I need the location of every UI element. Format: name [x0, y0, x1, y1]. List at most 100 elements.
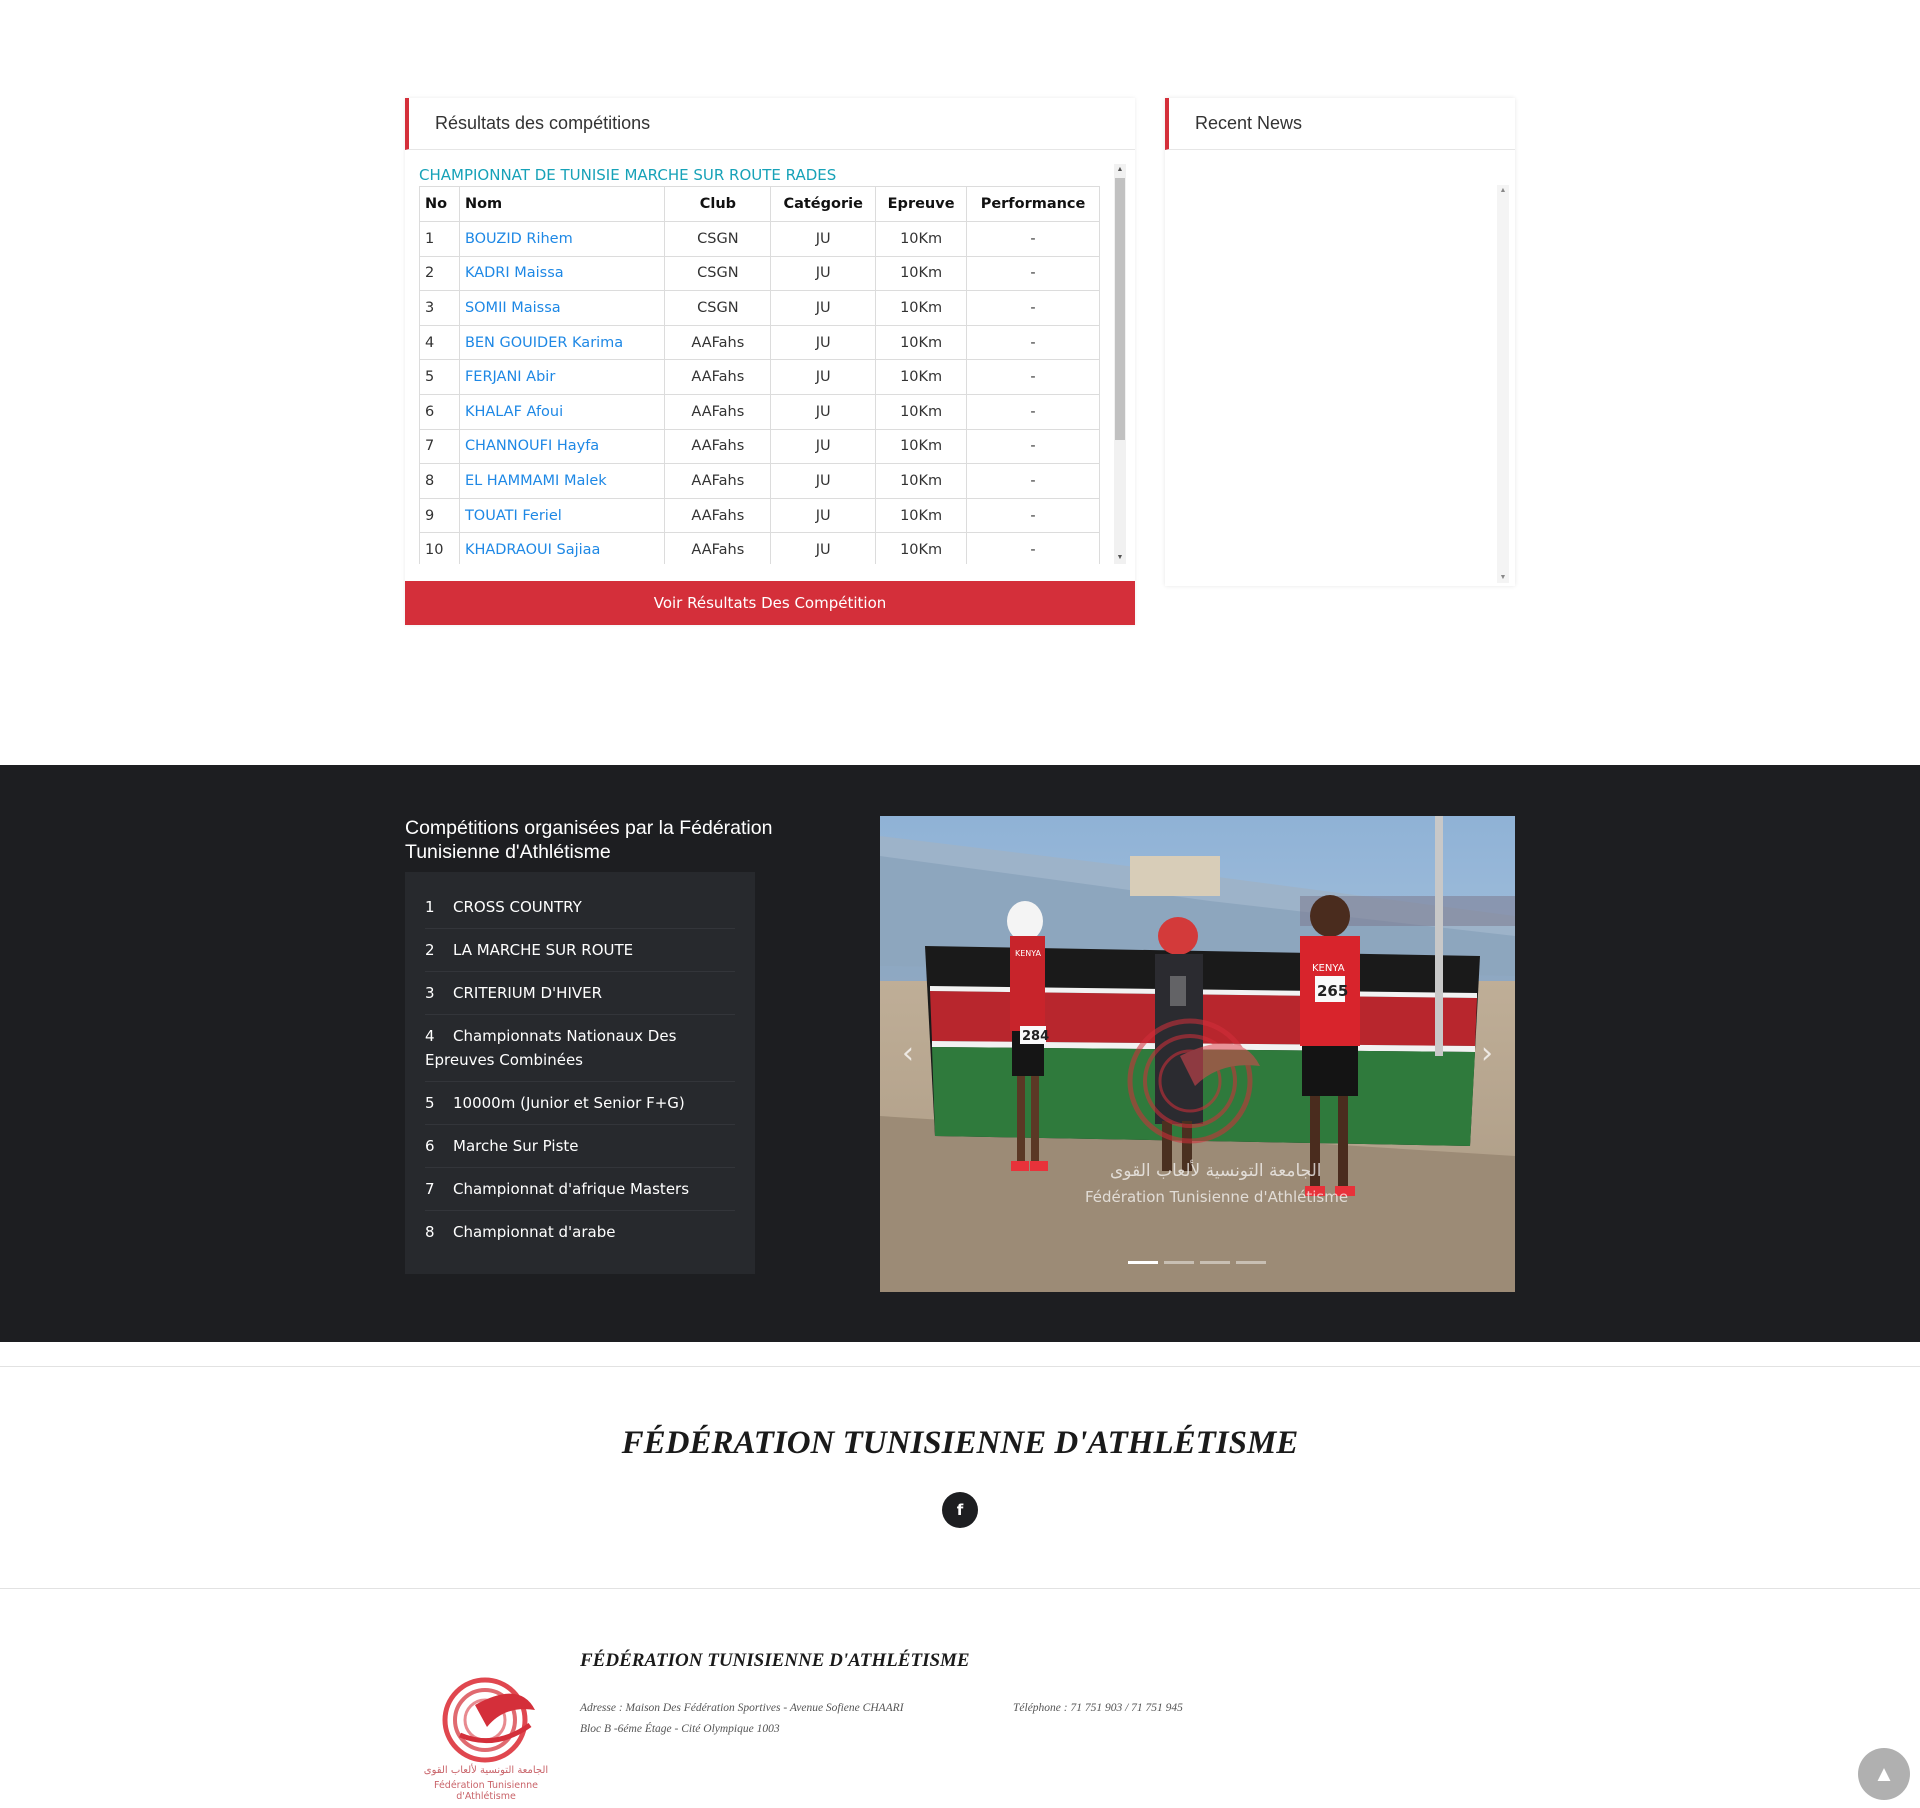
competitions-list: 1 CROSS COUNTRY 2 LA MARCHE SUR ROUTE 3 CRITE…	[405, 872, 755, 1274]
athlete-name-link[interactable]: CHANNOUFI Hayfa	[458, 428, 666, 465]
cell-epreuve: 10Km	[875, 255, 968, 292]
cell-epreuve: 10Km	[875, 497, 968, 534]
competition-label: LA MARCHE SUR ROUTE	[453, 941, 634, 959]
cell-performance: -	[966, 324, 1100, 361]
cell-epreuve: 10Km	[875, 359, 968, 395]
competition-number: 1	[425, 898, 435, 916]
slider-prev-icon[interactable]: ‹	[902, 1036, 914, 1071]
cell-no: 5	[419, 359, 460, 395]
competition-number: 7	[425, 1180, 435, 1198]
competition-label: Championnat d'afrique Masters	[453, 1180, 690, 1198]
back-to-top-icon[interactable]: ▲	[1858, 1748, 1910, 1800]
athlete-name-link[interactable]: KHADRAOUI Sajiaa	[458, 532, 666, 564]
competition-label: Championnats Nationaux Des Epreuves Comb…	[425, 1027, 677, 1069]
competition-list-item[interactable]: 2 LA MARCHE SUR ROUTE	[425, 929, 735, 972]
photo-slider[interactable]: 284 KENYA 265 KENYA الجامعة التونسية لأل…	[880, 816, 1515, 1292]
competition-list-item[interactable]: 1 CROSS COUNTRY	[425, 886, 735, 929]
athlete-name-link[interactable]: TOUATI Feriel	[458, 497, 666, 534]
shirt-text-right: KENYA	[1312, 963, 1345, 974]
competition-list-item[interactable]: 4 Championnats Nationaux Des Epreuves Com…	[425, 1015, 735, 1082]
scroll-up-icon[interactable]: ▲	[1114, 164, 1126, 176]
slider-next-icon[interactable]: ›	[1481, 1036, 1493, 1071]
cell-no: 4	[419, 324, 460, 361]
competition-number: 6	[425, 1137, 435, 1155]
column-header-epreuve: Epreuve	[875, 186, 968, 222]
cell-categorie: JU	[770, 463, 877, 499]
athlete-name-link[interactable]: SOMII Maissa	[458, 290, 666, 326]
cell-categorie: JU	[770, 221, 877, 257]
cell-no: 1	[419, 221, 460, 257]
results-panel-title: Résultats des compétitions	[405, 98, 1135, 150]
results-scrollbar[interactable]: ▲ ▼	[1114, 164, 1126, 564]
competitions-section: Compétitions organisées par la Fédératio…	[0, 765, 1920, 1342]
cell-club: AAFahs	[664, 463, 772, 499]
competition-number: 3	[425, 984, 435, 1002]
scrollbar-thumb[interactable]	[1115, 178, 1125, 440]
facebook-icon[interactable]: f	[942, 1492, 978, 1528]
competition-list-item[interactable]: 8 Championnat d'arabe	[425, 1211, 735, 1253]
scroll-down-icon[interactable]: ▼	[1114, 552, 1126, 564]
athlete-name-link[interactable]: BOUZID Rihem	[458, 221, 666, 257]
table-row: 9 TOUATI Feriel AAFahs JU 10Km -	[419, 497, 1100, 534]
cell-epreuve: 10Km	[875, 221, 968, 257]
table-row: 1 BOUZID Rihem CSGN JU 10Km -	[419, 221, 1100, 257]
cell-categorie: JU	[770, 532, 877, 564]
slider-indicator[interactable]	[1128, 1261, 1158, 1264]
news-scroll-down-icon[interactable]: ▼	[1497, 574, 1509, 581]
column-header-club: Club	[664, 186, 772, 222]
slider-indicator[interactable]	[1164, 1261, 1194, 1264]
cell-performance: -	[966, 359, 1100, 395]
results-table: No Nom Club Catégorie Epreuve Performanc…	[419, 186, 1100, 564]
cell-categorie: JU	[770, 428, 877, 465]
cell-no: 10	[419, 532, 460, 564]
athlete-name-link[interactable]: KADRI Maissa	[458, 255, 666, 292]
athlete-name-link[interactable]: FERJANI Abir	[458, 359, 666, 395]
logo-french-text: Fédération Tunisienne d'Athlétisme	[434, 1780, 538, 1802]
shirt-text-left: KENYA	[1015, 949, 1042, 958]
cell-club: AAFahs	[664, 359, 772, 395]
news-scroll-up-icon[interactable]: ▲	[1497, 187, 1509, 194]
recent-news-title: Recent News	[1165, 98, 1515, 150]
athlete-name-link[interactable]: KHALAF Afoui	[458, 393, 666, 430]
bib-left: 284	[1022, 1029, 1049, 1044]
cell-performance: -	[966, 290, 1100, 326]
competition-list-item[interactable]: 3 CRITERIUM D'HIVER	[425, 972, 735, 1015]
column-header-no: No	[419, 186, 460, 222]
slider-indicator[interactable]	[1200, 1261, 1230, 1264]
athlete-name-link[interactable]: EL HAMMAMI Malek	[458, 463, 666, 499]
recent-news-panel: Recent News	[1165, 98, 1515, 586]
slider-indicator[interactable]	[1236, 1261, 1266, 1264]
address-line-1: Adresse : Maison Des Fédération Sportive…	[580, 1702, 904, 1714]
address-line-2: Bloc B -6éme Étage - Cité Olympique 1003	[580, 1723, 780, 1735]
bib-right: 265	[1317, 982, 1348, 1000]
competition-list-item[interactable]: 5 10000m (Junior et Senior F+G)	[425, 1082, 735, 1125]
cell-epreuve: 10Km	[875, 290, 968, 326]
table-row: 10 KHADRAOUI Sajiaa AAFahs JU 10Km -	[419, 532, 1100, 564]
view-results-button[interactable]: Voir Résultats Des Compétition	[405, 581, 1135, 625]
logo-arabic-text: الجامعة التونسية لألعاب القوى	[423, 1765, 549, 1776]
cell-club: CSGN	[664, 255, 772, 292]
results-panel: Résultats des compétitions CHAMPIONNAT D…	[405, 98, 1135, 625]
cell-performance: -	[966, 393, 1100, 430]
competition-number: 8	[425, 1223, 435, 1241]
competition-title[interactable]: CHAMPIONNAT DE TUNISIE MARCHE SUR ROUTE …	[419, 164, 1126, 186]
footer-address: Adresse : Maison Des Fédération Sportive…	[580, 1698, 904, 1740]
cell-epreuve: 10Km	[875, 428, 968, 465]
cell-performance: -	[966, 532, 1100, 564]
news-scrollbar[interactable]: ▲ ▼	[1497, 185, 1509, 583]
competition-list-item[interactable]: 6 Marche Sur Piste	[425, 1125, 735, 1168]
cell-club: CSGN	[664, 221, 772, 257]
cell-club: AAFahs	[664, 324, 772, 361]
cell-no: 9	[419, 497, 460, 534]
competition-list-item[interactable]: 7 Championnat d'afrique Masters	[425, 1168, 735, 1211]
competition-number: 4	[425, 1027, 435, 1045]
slider-indicators	[1128, 1261, 1266, 1264]
cell-categorie: JU	[770, 255, 877, 292]
competition-label: Championnat d'arabe	[453, 1223, 616, 1241]
footer-telephone: Téléphone : 71 751 903 / 71 751 945	[1013, 1702, 1183, 1714]
competition-number: 2	[425, 941, 435, 959]
cell-performance: -	[966, 221, 1100, 257]
cell-no: 7	[419, 428, 460, 465]
athlete-name-link[interactable]: BEN GOUIDER Karima	[458, 324, 666, 361]
results-scroll-area[interactable]: CHAMPIONNAT DE TUNISIE MARCHE SUR ROUTE …	[419, 164, 1126, 564]
